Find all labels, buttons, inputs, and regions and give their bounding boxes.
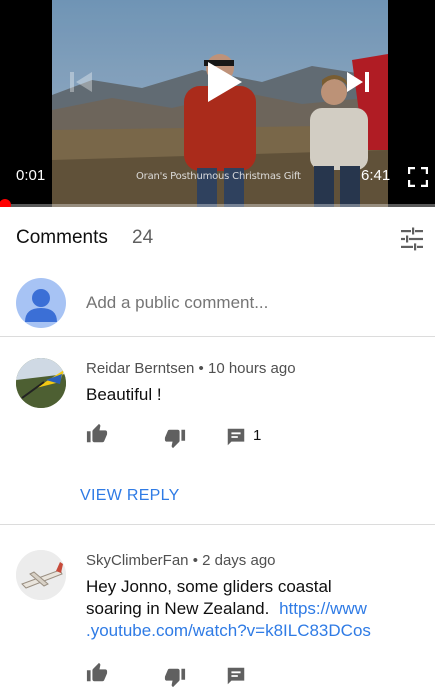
- add-comment-row: [0, 271, 435, 337]
- add-comment-input[interactable]: [86, 291, 406, 315]
- user-avatar-icon: [16, 278, 66, 328]
- comment-divider: [0, 524, 435, 525]
- skip-previous-icon: [68, 68, 96, 96]
- commenter-avatar[interactable]: [16, 550, 66, 600]
- sort-filter-icon[interactable]: [400, 227, 424, 251]
- video-caption: Oran's Posthumous Christmas Gift: [136, 171, 301, 182]
- comment-meta: SkyClimberFan • 2 days ago: [86, 552, 276, 569]
- fullscreen-icon[interactable]: [407, 166, 429, 188]
- comment-text: Beautiful !: [86, 385, 162, 404]
- comment-link[interactable]: https://www: [279, 599, 367, 618]
- comment-text: Hey Jonno, some gliders coastal soaring …: [86, 576, 426, 642]
- like-icon[interactable]: [86, 423, 108, 445]
- like-icon[interactable]: [86, 662, 108, 684]
- reply-count: 1: [253, 427, 262, 444]
- reply-icon[interactable]: [225, 426, 247, 448]
- progress-scrubber[interactable]: [0, 199, 11, 207]
- video-player[interactable]: 0:01 Oran's Posthumous Christmas Gift 6:…: [0, 0, 435, 207]
- total-duration: 6:41: [361, 167, 391, 184]
- current-time: 0:01: [16, 167, 46, 184]
- skip-next-icon[interactable]: [344, 68, 372, 96]
- comment-meta: Reidar Berntsen • 10 hours ago: [86, 360, 296, 377]
- comment-text-segment: soaring in New Zealand.: [86, 599, 270, 618]
- comment-item: SkyClimberFan • 2 days ago Hey Jonno, so…: [0, 526, 435, 691]
- comment-item: Reidar Berntsen • 10 hours ago Beautiful…: [0, 338, 435, 525]
- play-icon[interactable]: [204, 60, 244, 104]
- comment-text-line: Hey Jonno, some gliders coastal: [86, 577, 332, 596]
- dislike-icon[interactable]: [164, 666, 186, 688]
- comments-title: Comments: [16, 227, 108, 248]
- comment-text-line: soaring in New Zealand. https://www: [86, 598, 426, 620]
- comments-header: Comments 24: [0, 207, 435, 271]
- comments-count: 24: [132, 227, 154, 248]
- comment-link[interactable]: .youtube.com/watch?v=k8ILC83DCos: [86, 620, 426, 642]
- reply-icon[interactable]: [225, 665, 247, 687]
- commenter-avatar[interactable]: [16, 358, 66, 408]
- dislike-icon[interactable]: [164, 427, 186, 449]
- view-reply-button[interactable]: VIEW REPLY: [80, 487, 180, 505]
